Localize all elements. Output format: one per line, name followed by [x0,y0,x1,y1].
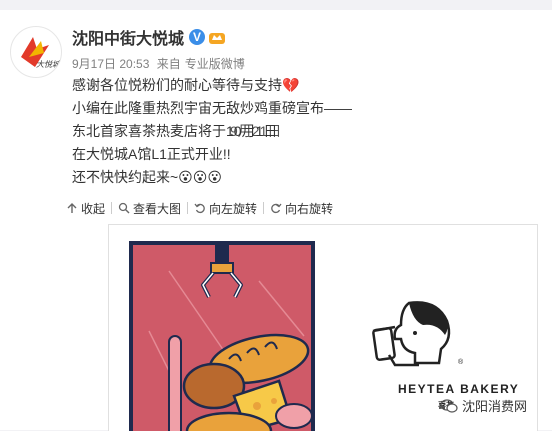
rotate-left-button[interactable]: 向左旋转 [188,200,263,217]
top-divider [0,0,552,10]
crown-icon[interactable] [208,29,226,45]
watermark-text: 沈阳消费网 [462,399,528,414]
post-meta: 9月17日 20:53 来自 专业版微博 [72,55,249,72]
image-toolbar: 收起 查看大图 向左旋转 向右旋转 [60,194,339,222]
svg-text:大悦城: 大悦城 [36,60,61,69]
content-line-prefix: 东北首家喜茶热麦店将于 [72,123,226,139]
content-line: 还不快快约起来~😮😮😮 [72,169,222,185]
view-large-label: 查看大图 [133,201,182,216]
content-line: 东北首家喜茶热麦店将于10月1日 9月21日 [72,120,352,143]
author-row: 沈阳中街大悦城 V [72,26,226,48]
author-name[interactable]: 沈阳中街大悦城 [72,25,184,49]
avatar-logo-icon: 大悦城 [21,37,61,69]
date-overlay: 9月21日 [230,123,282,139]
view-large-button[interactable]: 查看大图 [112,200,187,217]
source-link[interactable]: 专业版微博 [185,57,245,71]
bakery-poster-illustration [129,241,315,431]
wechat-icon [440,398,458,413]
heytea-logo-icon [372,301,451,367]
content-line: 感谢各位悦粉们的耐心等待与支持💔 [72,77,300,93]
collapse-label: 收起 [81,201,106,216]
collapse-button[interactable]: 收起 [60,200,111,217]
rotate-right-label: 向右旋转 [285,201,334,216]
rotate-left-label: 向左旋转 [209,201,258,216]
verified-icon[interactable]: V [189,29,206,45]
post-date[interactable]: 9月17日 20:53 [72,57,149,71]
rotate-right-icon [271,203,282,214]
collapse-arrow-icon [67,203,77,213]
rotate-right-button[interactable]: 向右旋转 [264,200,339,217]
rotate-left-icon [194,203,205,214]
avatar[interactable]: 大悦城 [10,26,62,78]
post-content: 感谢各位悦粉们的耐心等待与支持💔 小编在此隆重热烈宇宙无敌炒鸡重磅宣布—— 东北… [72,74,352,189]
weibo-post-card: 大悦城 沈阳中街大悦城 V 9月17日 20:53 来自 专业版微博 感谢各位悦粉… [0,0,552,431]
content-line: 小编在此隆重热烈宇宙无敌炒鸡重磅宣布—— [72,100,352,116]
registered-mark: ® [458,359,464,366]
watermark: 沈阳消费网 [440,396,527,415]
heytea-brand-text: HEYTEA BAKERY [398,382,520,396]
content-line: 在大悦城A馆L1正式开业!! [72,146,231,162]
source-prefix: 来自 [156,57,181,71]
magnifier-icon [118,202,130,214]
overlapping-date: 10月1日 9月21日 [226,120,281,143]
